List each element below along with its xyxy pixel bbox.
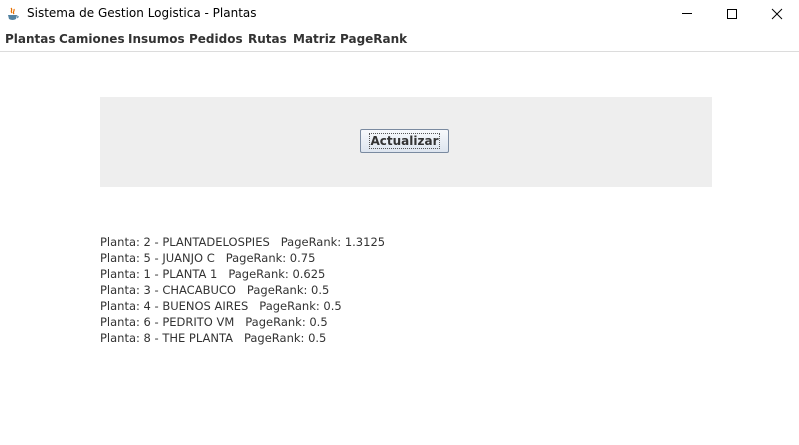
control-panel: Actualizar — [100, 97, 712, 187]
minimize-button[interactable] — [664, 0, 710, 28]
refresh-button-label: Actualizar — [369, 133, 440, 149]
list-item: Planta: 2 - PLANTADELOSPIES PageRank: 1.… — [100, 235, 386, 249]
list-item: Planta: 1 - PLANTA 1 PageRank: 0.625 — [100, 267, 326, 281]
list-item: Planta: 5 - JUANJO C PageRank: 0.75 — [100, 251, 316, 265]
menu-rutas[interactable]: Rutas — [248, 32, 287, 46]
list-item: Planta: 8 - THE PLANTA PageRank: 0.5 — [100, 331, 327, 345]
minimize-icon — [682, 13, 692, 14]
menu-plantas[interactable]: Plantas — [5, 32, 56, 46]
menu-pagerank[interactable]: PageRank — [340, 32, 407, 46]
menu-matriz[interactable]: Matriz — [293, 32, 336, 46]
maximize-button[interactable] — [709, 0, 755, 28]
menu-bar: Plantas Camiones Insumos Pedidos Rutas M… — [0, 29, 799, 52]
window-title: Sistema de Gestion Logistica - Plantas — [27, 6, 257, 20]
list-item: Planta: 3 - CHACABUCO PageRank: 0.5 — [100, 283, 330, 297]
app-window: Sistema de Gestion Logistica - Plantas P… — [0, 0, 799, 445]
list-item: Planta: 4 - BUENOS AIRES PageRank: 0.5 — [100, 299, 342, 313]
pagerank-results-list: Planta: 2 - PLANTADELOSPIES PageRank: 1.… — [100, 234, 700, 346]
menu-insumos[interactable]: Insumos — [128, 32, 185, 46]
close-button[interactable] — [754, 0, 799, 28]
maximize-icon — [727, 9, 737, 19]
java-icon — [6, 6, 20, 20]
refresh-button[interactable]: Actualizar — [360, 129, 449, 153]
menu-camiones[interactable]: Camiones — [59, 32, 125, 46]
menu-pedidos[interactable]: Pedidos — [189, 32, 243, 46]
title-bar[interactable]: Sistema de Gestion Logistica - Plantas — [0, 0, 799, 28]
list-item: Planta: 6 - PEDRITO VM PageRank: 0.5 — [100, 315, 328, 329]
close-icon — [771, 8, 783, 20]
